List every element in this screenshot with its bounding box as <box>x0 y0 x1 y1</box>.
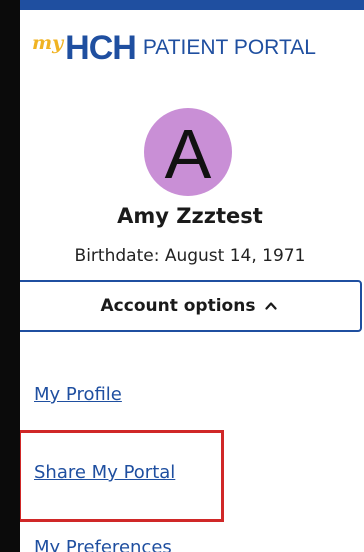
my-profile-link[interactable]: My Profile <box>34 384 122 405</box>
account-options-button[interactable]: Account options <box>20 280 362 332</box>
brand-logo[interactable]: my HCH PATIENT PORTAL <box>32 28 316 68</box>
brand-my: my <box>32 32 64 54</box>
share-my-portal-link[interactable]: Share My Portal <box>34 462 175 483</box>
my-preferences-link[interactable]: My Preferences <box>34 537 172 552</box>
user-birthdate: Birthdate: August 14, 1971 <box>74 246 306 266</box>
account-options-label: Account options <box>100 296 256 316</box>
brand-portal-text: PATIENT PORTAL <box>142 36 316 59</box>
chevron-up-icon <box>265 302 278 310</box>
avatar: A <box>144 108 232 196</box>
brand-hch: HCH <box>65 29 137 67</box>
user-name: Amy Zzztest <box>117 204 263 228</box>
left-edge <box>0 0 20 552</box>
account-panel: my HCH PATIENT PORTAL A Amy Zzztest Birt… <box>20 10 364 552</box>
avatar-letter: A <box>164 115 212 193</box>
